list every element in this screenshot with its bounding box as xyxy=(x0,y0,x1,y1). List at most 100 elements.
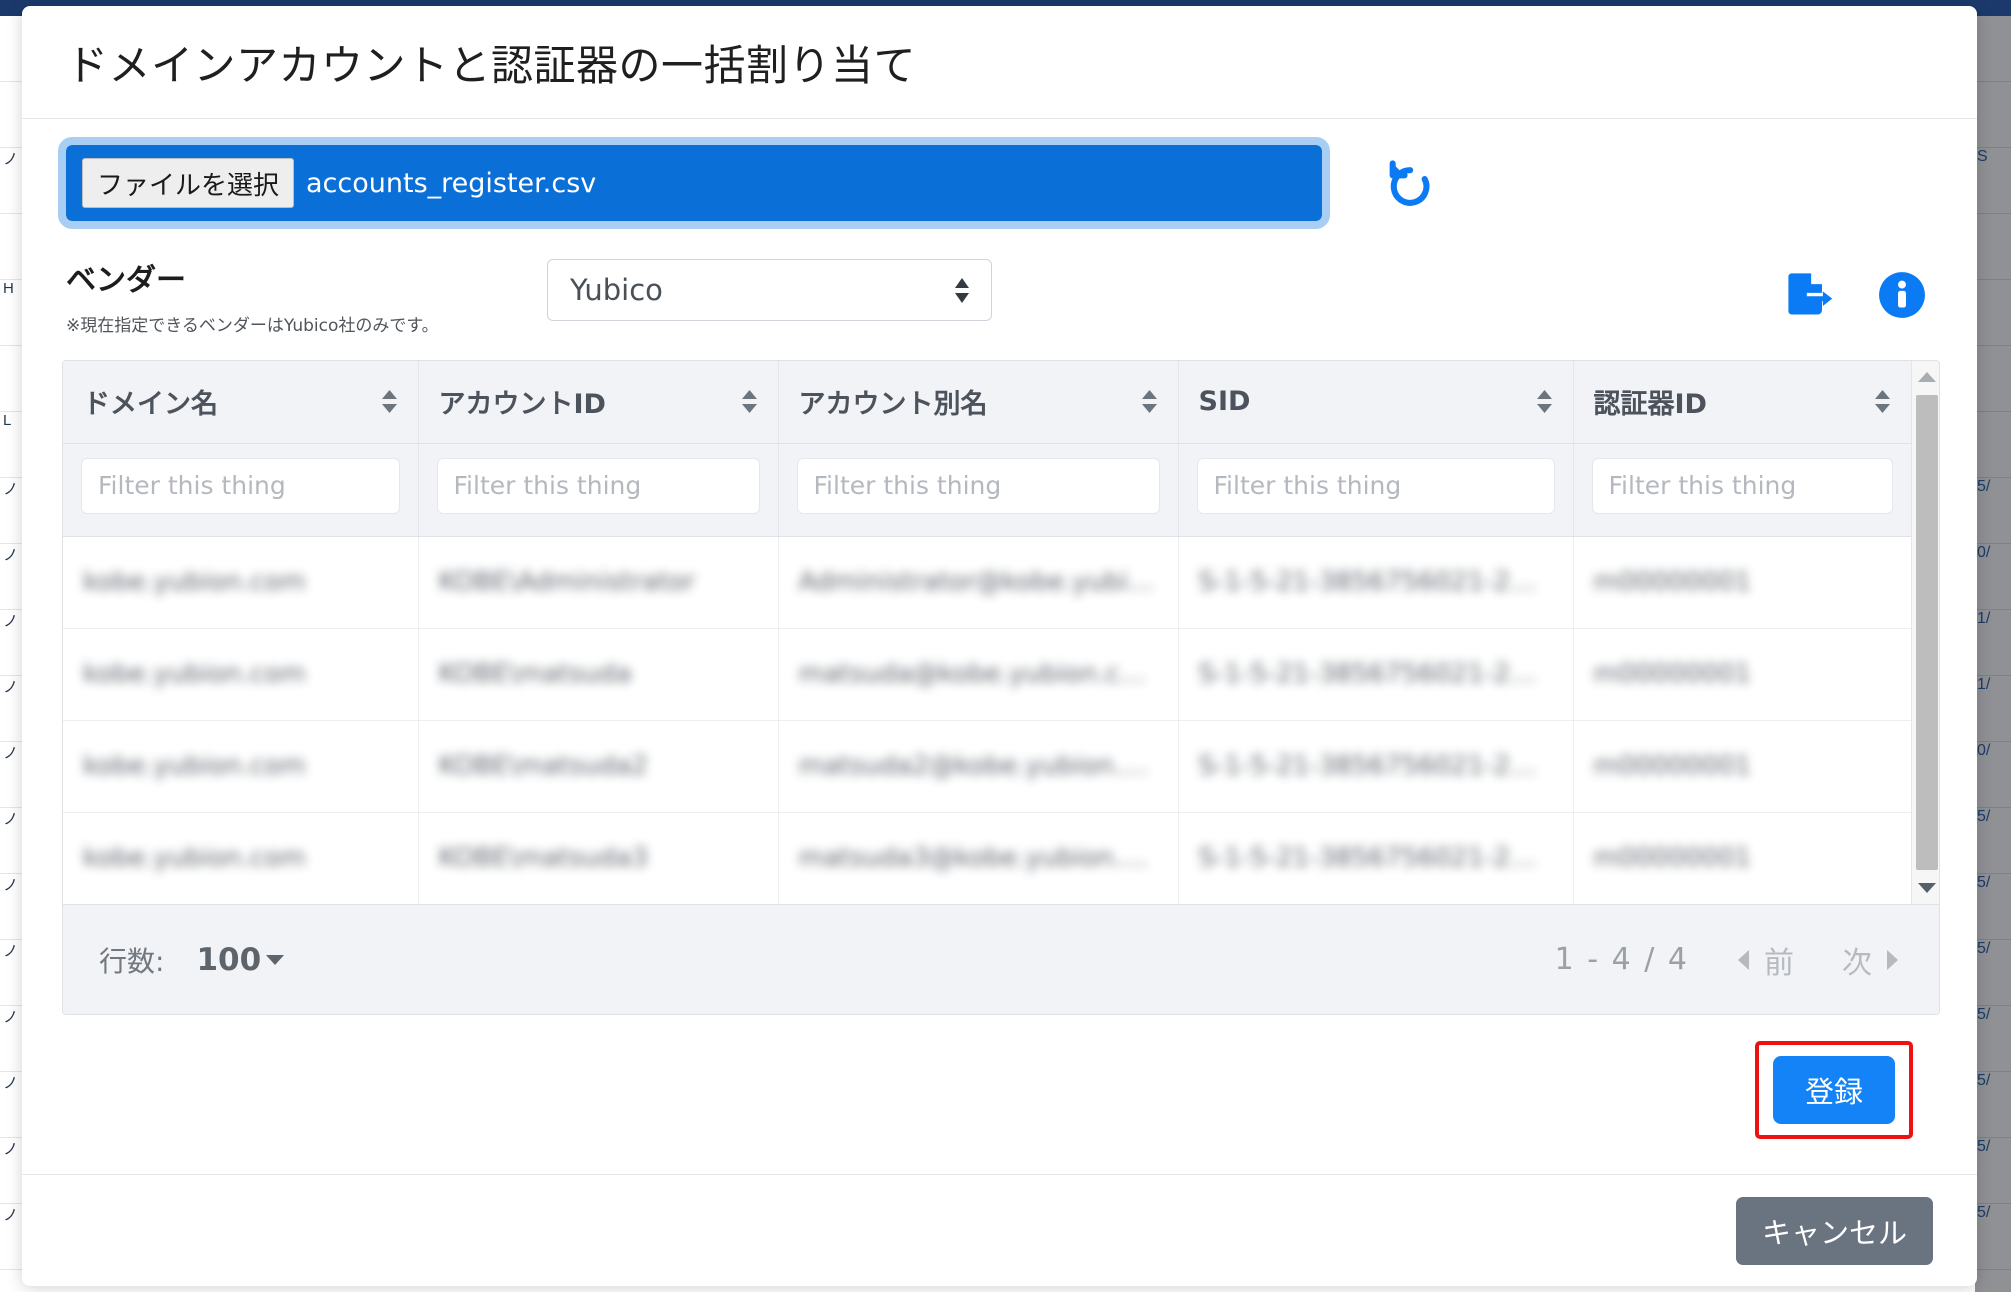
background-row-fragment xyxy=(1975,346,2011,412)
background-row-fragment: ノ xyxy=(0,478,22,544)
table-cell: m00000001 xyxy=(1573,720,1911,813)
vendor-note: ※現在指定できるベンダーはYubico社のみです。 xyxy=(66,316,439,336)
background-row-fragment: 5/ xyxy=(1975,478,2011,544)
background-row-fragment xyxy=(1975,16,2011,82)
info-circle-icon xyxy=(1877,270,1927,320)
chevron-left-icon xyxy=(1737,949,1750,971)
scroll-up-arrow-icon[interactable] xyxy=(1917,365,1937,389)
column-header-3[interactable]: SID xyxy=(1178,361,1574,444)
background-row-fragment: 0/ xyxy=(1975,742,2011,808)
background-row-fragment: L xyxy=(0,412,22,478)
table-cell: S-1-5-21-3856756021-213… xyxy=(1178,812,1574,904)
vendor-label: ベンダー xyxy=(66,263,186,298)
background-row-fragment xyxy=(1975,280,2011,346)
column-header-2[interactable]: アカウント別名 xyxy=(778,361,1179,444)
next-page-button[interactable]: 次 xyxy=(1842,938,1899,982)
background-row-fragment: H xyxy=(0,280,22,346)
vendor-selected-value: Yubico xyxy=(570,273,663,307)
sort-arrows-icon xyxy=(741,390,758,414)
chevron-updown-icon xyxy=(953,277,971,303)
column-header-0[interactable]: ドメイン名 xyxy=(63,361,419,444)
background-row-fragment: ノ xyxy=(0,148,22,214)
background-row-fragment: ノ xyxy=(0,742,22,808)
modal-body: ファイルを選択 accounts_register.csv ベンダー ※現在指定… xyxy=(22,119,1977,1174)
table-cell: kobe.yubion.com xyxy=(63,812,419,904)
export-csv-button[interactable] xyxy=(1783,269,1835,321)
modal-header: ドメインアカウントと認証器の一括割り当て xyxy=(22,6,1977,119)
filter-input-2[interactable] xyxy=(796,457,1160,514)
filter-input-1[interactable] xyxy=(436,457,760,514)
table-cell: kobe.yubion.com xyxy=(63,720,419,813)
column-header-label: アカウントID xyxy=(438,389,606,421)
next-page-label: 次 xyxy=(1842,945,1872,981)
rows-per-page-select[interactable]: 100 xyxy=(196,942,285,978)
chevron-down-icon xyxy=(265,954,285,966)
background-row-fragment xyxy=(0,82,22,148)
table-cell: m00000001 xyxy=(1593,843,1752,874)
vendor-left: ベンダー ※現在指定できるベンダーはYubico社のみです。 xyxy=(62,255,547,336)
column-header-label: 認証器ID xyxy=(1593,389,1707,421)
background-row-fragment: 0/ xyxy=(1975,544,2011,610)
vendor-actions xyxy=(1783,269,1927,321)
filter-input-4[interactable] xyxy=(1591,457,1893,514)
background-row-fragment: S xyxy=(1975,148,2011,214)
background-row-fragment xyxy=(1975,214,2011,280)
accounts-table: ドメイン名 アカウントID アカウント別名 SID 認証器ID kobe.yubion.… xyxy=(63,361,1911,904)
table-row[interactable]: kobe.yubion.com KOBE\matsuda2 matsuda2@kob… xyxy=(63,720,1911,813)
sort-arrows-icon xyxy=(1536,390,1553,414)
table-row[interactable]: kobe.yubion.com KOBE\matsuda matsuda@kobe.… xyxy=(63,628,1911,721)
table-main: ドメイン名 アカウントID アカウント別名 SID 認証器ID kobe.yubion.… xyxy=(63,361,1911,904)
scroll-down-arrow-icon[interactable] xyxy=(1917,876,1937,900)
table-cell: S-1-5-21-3856756021-213… xyxy=(1178,720,1574,813)
filter-cell-3 xyxy=(1178,443,1574,537)
table-cell: KOBE\matsuda3 xyxy=(418,812,779,904)
table-body: kobe.yubion.com KOBE\Administrator Adminis… xyxy=(63,536,1911,904)
column-header-label: アカウント別名 xyxy=(798,389,988,421)
table-cell: KOBE\matsuda2 xyxy=(418,720,779,813)
table-scroll-area: ドメイン名 アカウントID アカウント別名 SID 認証器ID kobe.yubion.… xyxy=(63,361,1939,904)
cancel-button[interactable]: キャンセル xyxy=(1735,1196,1933,1265)
table-cell: Administrator@kobe.yubi… xyxy=(778,536,1179,629)
sort-arrows-icon xyxy=(381,390,398,414)
table-cell: KOBE\Administrator xyxy=(418,536,779,629)
reset-file-button[interactable] xyxy=(1374,148,1444,218)
accounts-table-card: ドメイン名 アカウントID アカウント別名 SID 認証器ID kobe.yubion.… xyxy=(62,360,1940,1015)
file-input[interactable]: ファイルを選択 accounts_register.csv xyxy=(58,137,1330,229)
table-vertical-scrollbar[interactable] xyxy=(1911,361,1939,904)
column-header-1[interactable]: アカウントID xyxy=(418,361,779,444)
filter-cell-1 xyxy=(418,443,779,537)
table-row[interactable]: kobe.yubion.com KOBE\Administrator Adminis… xyxy=(63,536,1911,629)
submit-button[interactable]: 登録 xyxy=(1773,1056,1895,1124)
prev-page-button[interactable]: 前 xyxy=(1737,938,1794,982)
file-upload-row: ファイルを選択 accounts_register.csv xyxy=(58,137,1937,229)
scrollbar-thumb[interactable] xyxy=(1915,395,1938,870)
header-row: ドメイン名 アカウントID アカウント別名 SID 認証器ID xyxy=(63,361,1911,444)
filter-input-0[interactable] xyxy=(81,457,400,514)
choose-file-button[interactable]: ファイルを選択 xyxy=(82,158,295,208)
info-button[interactable] xyxy=(1877,270,1927,320)
table-cell: kobe.yubion.com xyxy=(63,628,419,721)
page-root: ノHLノノノノノノノノノノノノ S 5/0/1/1/0/5/5/5/5/5/5/5… xyxy=(0,0,2011,1292)
table-cell: S-1-5-21-3856756021-213… xyxy=(1178,628,1574,721)
table-cell: matsuda2@kobe.yubion.c… xyxy=(778,720,1179,813)
vendor-select[interactable]: Yubico xyxy=(547,259,992,321)
background-row-fragment: 5/ xyxy=(1975,940,2011,1006)
rows-per-page-group: 行数: 100 xyxy=(99,940,285,980)
background-row-fragment: ノ xyxy=(0,1006,22,1072)
chevron-right-icon xyxy=(1886,949,1899,971)
background-row-fragment xyxy=(0,16,22,82)
background-row-fragment: ノ xyxy=(0,610,22,676)
table-footer: 行数: 100 1 - 4 / 4 前 次 xyxy=(63,904,1939,1014)
filter-cell-0 xyxy=(63,443,419,537)
modal-footer: キャンセル xyxy=(22,1174,1977,1286)
table-head: ドメイン名 アカウントID アカウント別名 SID 認証器ID xyxy=(63,361,1911,537)
table-cell: m00000001 xyxy=(1573,628,1911,721)
background-row-fragment xyxy=(0,214,22,280)
background-row-fragment xyxy=(1975,412,2011,478)
filter-input-3[interactable] xyxy=(1196,457,1555,514)
background-row-fragment: 5/ xyxy=(1975,1138,2011,1204)
column-header-4[interactable]: 認証器ID xyxy=(1573,361,1911,444)
rows-per-page-label: 行数: xyxy=(99,944,165,978)
background-row-fragment: 5/ xyxy=(1975,874,2011,940)
table-row[interactable]: kobe.yubion.com KOBE\matsuda3 matsuda3@kob… xyxy=(63,812,1911,904)
